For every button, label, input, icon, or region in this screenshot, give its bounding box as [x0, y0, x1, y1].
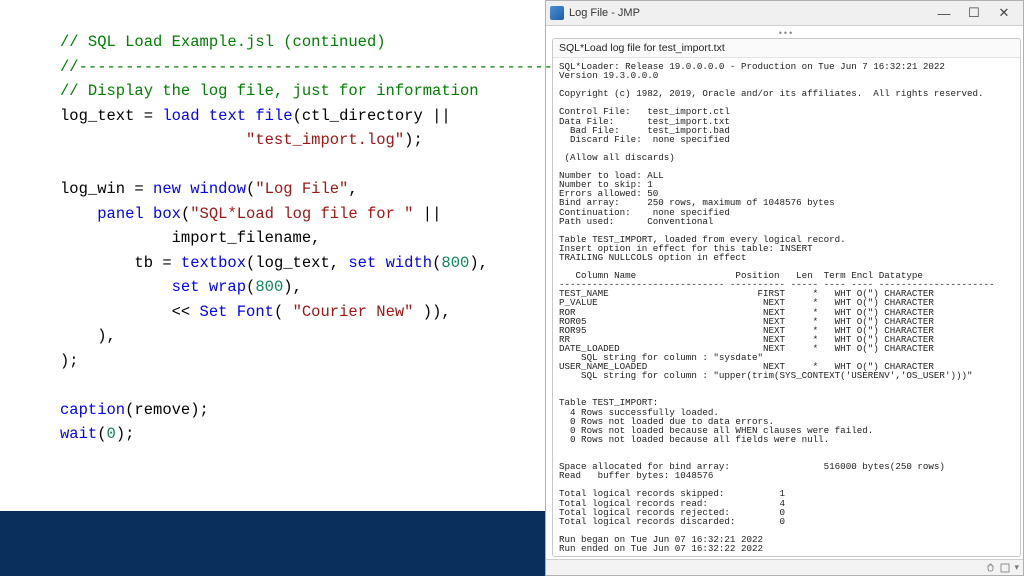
- status-bar: ▾: [546, 559, 1023, 575]
- window-title: Log File - JMP: [569, 7, 929, 19]
- code-blank: [60, 373, 525, 398]
- code-line: tb = textbox(log_text, set width(800),: [60, 251, 525, 276]
- status-dropdown-icon[interactable]: ▾: [1014, 562, 1019, 573]
- code-line: log_text = load text file(ctl_directory …: [60, 104, 525, 129]
- code-line: << Set Font( "Courier New" )),: [60, 300, 525, 325]
- drag-handle-icon[interactable]: •••: [552, 30, 1021, 38]
- status-resize-icon[interactable]: [1000, 563, 1010, 573]
- code-line: set wrap(800),: [60, 275, 525, 300]
- code-comment: // SQL Load Example.jsl (continued): [60, 30, 525, 55]
- code-line: log_win = new window("Log File",: [60, 177, 525, 202]
- footer-band: [0, 511, 545, 576]
- window-content: ••• SQL*Load log file for test_import.tx…: [546, 26, 1023, 559]
- window-titlebar[interactable]: Log File - JMP — ☐ ✕: [546, 1, 1023, 26]
- minimize-button[interactable]: —: [929, 3, 959, 23]
- code-line: "test_import.log");: [60, 128, 525, 153]
- code-line: import_filename,: [60, 226, 525, 251]
- status-hand-icon[interactable]: [986, 563, 996, 573]
- code-line: ),: [60, 324, 525, 349]
- log-text: SQL*Loader: Release 19.0.0.0.0 - Product…: [553, 58, 1020, 556]
- code-comment: //--------------------------------------…: [60, 55, 525, 80]
- panel-title: SQL*Load log file for test_import.txt: [553, 39, 1020, 58]
- app-icon: [550, 6, 564, 20]
- log-scroll-area[interactable]: SQL*Loader: Release 19.0.0.0.0 - Product…: [553, 58, 1020, 556]
- log-panel: SQL*Load log file for test_import.txt SQ…: [552, 38, 1021, 557]
- maximize-button[interactable]: ☐: [959, 3, 989, 23]
- code-comment: // Display the log file, just for inform…: [60, 79, 525, 104]
- code-line: wait(0);: [60, 422, 525, 447]
- code-line: caption(remove);: [60, 398, 525, 423]
- code-editor-pane: // SQL Load Example.jsl (continued) //--…: [0, 0, 545, 576]
- code-line: panel box("SQL*Load log file for " ||: [60, 202, 525, 227]
- log-file-window: Log File - JMP — ☐ ✕ ••• SQL*Load log fi…: [545, 0, 1024, 576]
- code-line: );: [60, 349, 525, 374]
- code-blank: [60, 153, 525, 178]
- close-button[interactable]: ✕: [989, 3, 1019, 23]
